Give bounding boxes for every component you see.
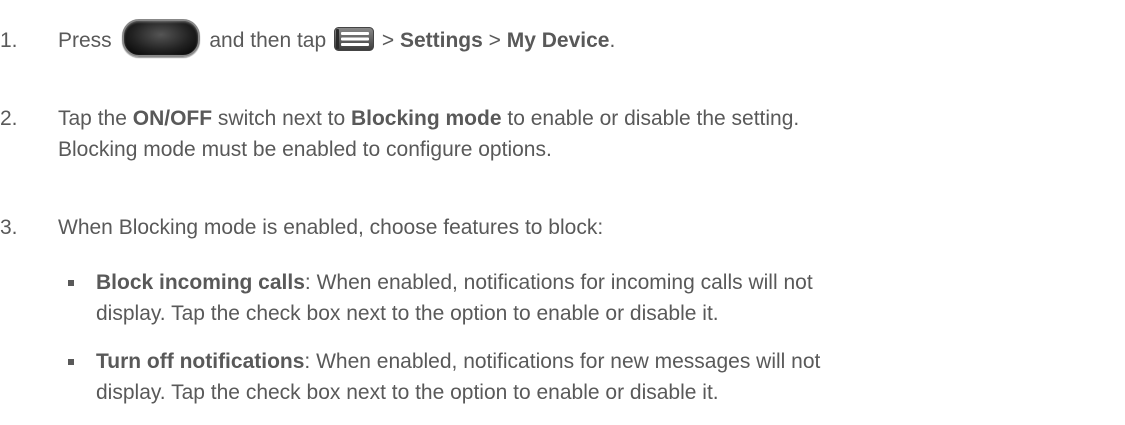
step-text: When Blocking mode is enabled, choose fe… [58, 216, 604, 239]
step-text-segment: Tap the [58, 107, 127, 130]
step-text-segment: > [381, 29, 395, 52]
bullet-text: Block incoming calls: When enabled, noti… [96, 267, 1116, 329]
bullet-title: Turn off notifications [96, 350, 305, 373]
step-text: Tap the ON/OFF switch next to Blocking m… [58, 103, 1118, 165]
home-key-icon [121, 19, 200, 58]
step-text-segment: to enable or disable the setting. [507, 107, 800, 130]
bullet-text-segment: : When enabled, notifications for new me… [304, 350, 821, 373]
on-off-label: ON/OFF [132, 107, 213, 130]
step-text-segment: switch next to [217, 107, 346, 130]
my-device-label: My Device [506, 29, 610, 52]
step-text-segment: . [609, 29, 616, 52]
instructions-document: 1. Press and then tap > Settings > My De… [0, 0, 1125, 425]
bullet-text-segment: : When enabled, notifications for incomi… [304, 271, 813, 294]
bullet-square-icon [68, 280, 74, 286]
bullet-text-segment: display. Tap the check box next to the o… [96, 302, 719, 325]
step-number: 2. [0, 107, 18, 130]
bullet-square-icon [68, 359, 74, 365]
step-text-segment: Press [58, 29, 112, 52]
bullet-title: Block incoming calls [96, 271, 305, 294]
bullet-text: Turn off notifications: When enabled, no… [96, 346, 1116, 408]
step-text-segment: > [488, 29, 501, 52]
step-number: 1. [0, 29, 18, 52]
bullet-text-segment: display. Tap the check box next to the o… [96, 381, 719, 404]
step-number: 3. [0, 216, 18, 239]
step-text-segment: Blocking mode must be enabled to configu… [58, 138, 552, 161]
step-text-segment: and then tap [209, 29, 327, 52]
blocking-mode-label: Blocking mode [350, 107, 502, 130]
menu-key-icon [334, 27, 374, 52]
settings-label: Settings [399, 29, 483, 52]
step-text: Press and then tap > Settings > My Devic… [58, 19, 1118, 58]
